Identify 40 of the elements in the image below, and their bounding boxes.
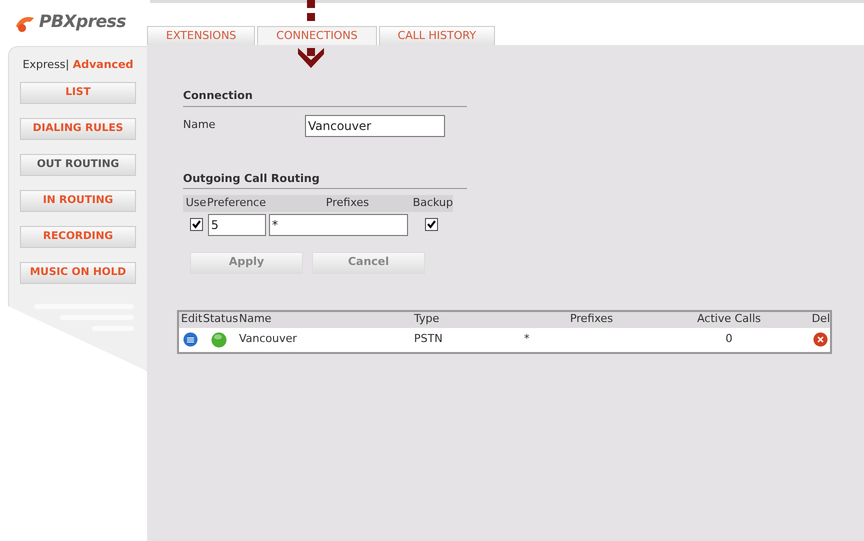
table-cell-text: PSTN (414, 331, 444, 348)
logo-text: PBXpress (39, 11, 126, 34)
column-header: Use (184, 195, 208, 211)
field-label: Name (183, 117, 216, 134)
column-header: Preference (207, 195, 267, 211)
sidebar-button[interactable]: IN ROUTING (20, 190, 136, 212)
checkbox[interactable] (190, 218, 203, 231)
sidebar-button[interactable]: MUSIC ON HOLD (20, 262, 136, 284)
section-title: Outgoing Call Routing (183, 170, 467, 189)
delete-icon[interactable] (813, 332, 828, 347)
preference-field[interactable]: 5 (208, 214, 266, 236)
mode-link[interactable]: Express (22, 58, 66, 71)
table-cell-text: * (524, 331, 530, 348)
column-header: Status (203, 311, 239, 328)
sidebar-button[interactable]: OUT ROUTING (20, 154, 136, 176)
edit-icon[interactable] (183, 332, 198, 347)
table-cell-text: Vancouver (239, 331, 298, 348)
tab[interactable]: CALL HISTORY (378, 26, 496, 45)
column-header: Name (239, 311, 272, 328)
separator-text: | (66, 58, 70, 71)
action-button[interactable]: Apply (190, 252, 303, 274)
sidebar-button[interactable]: LIST (20, 82, 136, 104)
column-header: Prefixes (568, 311, 614, 328)
column-header: Type (414, 311, 440, 328)
tab[interactable]: EXTENSIONS (147, 26, 256, 45)
table-cell-text: 0 (724, 331, 734, 348)
prefixes-field[interactable]: * (269, 214, 408, 236)
tab[interactable]: CONNECTIONS (257, 26, 377, 45)
column-header: Active Calls (696, 311, 762, 328)
column-header: Edit (180, 311, 203, 328)
name-field[interactable]: Vancouver (305, 114, 445, 136)
checkbox[interactable] (425, 218, 438, 231)
column-header: Prefixes (324, 195, 370, 211)
sidebar-button[interactable]: RECORDING (20, 226, 136, 248)
column-header: Del (810, 311, 830, 328)
action-button[interactable]: Cancel (312, 252, 425, 274)
section-title: Connection (183, 88, 467, 106)
sidebar-button[interactable]: DIALING RULES (20, 118, 136, 140)
column-header: Backup (412, 195, 454, 211)
mode-link[interactable]: Advanced (72, 58, 134, 71)
